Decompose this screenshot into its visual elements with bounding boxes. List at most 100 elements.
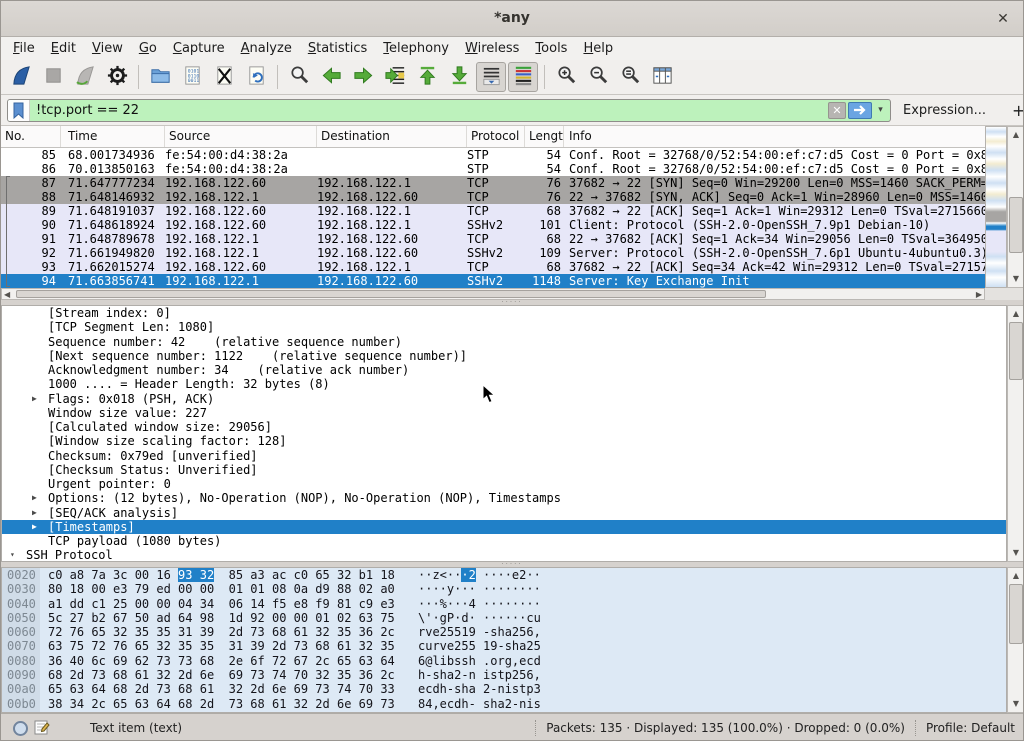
go-forward-button[interactable] (348, 62, 378, 92)
detail-line[interactable]: ▶[SEQ/ACK analysis] (2, 506, 1006, 520)
scroll-down-icon[interactable]: ▼ (1008, 272, 1024, 286)
go-to-bottom-button[interactable] (444, 62, 474, 92)
scroll-right-icon[interactable]: ▶ (976, 289, 982, 300)
detail-line[interactable]: ▶Options: (12 bytes), No-Operation (NOP)… (2, 491, 1006, 505)
detail-line[interactable]: [Calculated window size: 29056] (2, 420, 1006, 434)
filter-bookmark-icon[interactable] (8, 100, 30, 121)
column-header-source[interactable]: Source (165, 126, 317, 147)
add-filter-button[interactable]: + (1006, 101, 1024, 120)
column-header-no[interactable]: No. (1, 126, 61, 147)
menu-telephony[interactable]: Telephony (375, 39, 457, 58)
packet-list-hscrollbar[interactable]: ◀ ▶ (1, 288, 985, 300)
menu-go[interactable]: Go (131, 39, 165, 58)
hex-bytes[interactable]: 36 40 6c 69 62 73 73 68 2e 6f 72 67 2c 6… (48, 654, 395, 668)
hex-row-00b0[interactable]: 00b038 34 2c 65 63 64 68 2d 73 68 61 32 … (2, 697, 1006, 711)
hex-row-0040[interactable]: 0040a1 dd c1 25 00 00 04 34 06 14 f5 e8 … (2, 597, 1006, 611)
display-filter-input[interactable] (30, 103, 828, 118)
scroll-thumb[interactable] (1009, 197, 1023, 253)
hex-bytes[interactable]: a1 dd c1 25 00 00 04 34 06 14 f5 e8 f9 8… (48, 597, 395, 611)
packet-row-86[interactable]: 8670.013850163fe:54:00:d4:38:2aSTP54Conf… (1, 162, 985, 176)
go-back-button[interactable] (316, 62, 346, 92)
menu-tools[interactable]: Tools (527, 39, 575, 58)
hex-ascii[interactable]: \'·gP·d· ······cu (418, 611, 541, 625)
packet-list-minimap[interactable] (985, 126, 1007, 288)
colorize-toggle[interactable] (508, 62, 538, 92)
detail-line[interactable]: ▶[Timestamps] (2, 520, 1006, 534)
profile-label[interactable]: Profile: Default (926, 721, 1015, 735)
scroll-thumb[interactable] (1009, 322, 1023, 380)
packet-row-92[interactable]: 9271.661949820192.168.122.1192.168.122.6… (1, 246, 985, 260)
close-window-icon[interactable]: ✕ (993, 9, 1013, 29)
hex-row-0090[interactable]: 009068 2d 73 68 61 32 2d 6e 69 73 74 70 … (2, 668, 1006, 682)
column-header-info[interactable]: Info (564, 126, 985, 147)
hex-ascii[interactable]: ···%···4 ········ (418, 597, 541, 611)
packet-row-88[interactable]: 8871.648146932192.168.122.1192.168.122.6… (1, 190, 985, 204)
detail-line[interactable]: Checksum: 0x79ed [unverified] (2, 449, 1006, 463)
expander-closed-icon[interactable]: ▶ (32, 491, 37, 505)
zoom-original-button[interactable] (615, 62, 645, 92)
detail-line[interactable]: Urgent pointer: 0 (2, 477, 1006, 491)
start-capture-button[interactable] (6, 62, 36, 92)
hex-ascii[interactable]: ··z<···2 ····e2·· (418, 568, 541, 582)
hex-ascii[interactable]: 6@libssh .org,ecd (418, 654, 541, 668)
detail-line[interactable]: ▶Flags: 0x018 (PSH, ACK) (2, 392, 1006, 406)
save-file-button[interactable]: 010101100011 (177, 62, 207, 92)
hex-ascii[interactable]: h-sha2-n istp256, (418, 668, 541, 682)
hex-bytes[interactable]: 72 76 65 32 35 35 31 39 2d 73 68 61 32 3… (48, 625, 395, 639)
hex-row-00a0[interactable]: 00a065 63 64 68 2d 73 68 61 32 2d 6e 69 … (2, 682, 1006, 696)
packet-row-93[interactable]: 9371.662015274192.168.122.60192.168.122.… (1, 260, 985, 274)
menu-analyze[interactable]: Analyze (233, 39, 300, 58)
column-header-destination[interactable]: Destination (317, 126, 467, 147)
hex-row-0020[interactable]: 0020c0 a8 7a 3c 00 16 93 32 85 a3 ac c0 … (2, 568, 1006, 582)
filter-apply-button[interactable] (848, 102, 872, 119)
detail-line[interactable]: Acknowledgment number: 34 (relative ack … (2, 363, 1006, 377)
scroll-thumb[interactable] (16, 290, 766, 298)
hex-row-0060[interactable]: 006072 76 65 32 35 35 31 39 2d 73 68 61 … (2, 625, 1006, 639)
menu-help[interactable]: Help (575, 39, 621, 58)
hex-ascii[interactable]: curve255 19-sha25 (418, 639, 541, 653)
menu-wireless[interactable]: Wireless (457, 39, 527, 58)
filter-clear-button[interactable]: ✕ (828, 102, 846, 119)
hex-bytes[interactable]: 63 75 72 76 65 32 35 35 31 39 2d 73 68 6… (48, 639, 395, 653)
hex-row-0030[interactable]: 003080 18 00 e3 79 ed 00 00 01 01 08 0a … (2, 582, 1006, 596)
hex-bytes[interactable]: c0 a8 7a 3c 00 16 93 32 85 a3 ac c0 65 3… (48, 568, 395, 582)
detail-line[interactable]: Sequence number: 42 (relative sequence n… (2, 335, 1006, 349)
scroll-up-icon[interactable]: ▲ (1008, 128, 1024, 142)
capture-options-button[interactable] (102, 62, 132, 92)
menu-capture[interactable]: Capture (165, 39, 233, 58)
packet-row-94[interactable]: 9471.663856741192.168.122.1192.168.122.6… (1, 274, 985, 288)
detail-line[interactable]: [Checksum Status: Unverified] (2, 463, 1006, 477)
packet-row-91[interactable]: 9171.648789678192.168.122.1192.168.122.6… (1, 232, 985, 246)
display-filter-box[interactable]: ✕ ▾ (7, 99, 891, 122)
stop-capture-button[interactable] (38, 62, 68, 92)
reload-file-button[interactable] (241, 62, 271, 92)
detail-line[interactable]: TCP payload (1080 bytes) (2, 534, 1006, 548)
find-packet-button[interactable] (284, 62, 314, 92)
column-header-protocol[interactable]: Protocol (467, 126, 525, 147)
expander-closed-icon[interactable]: ▶ (32, 520, 37, 534)
auto-scroll-toggle[interactable] (476, 62, 506, 92)
packet-row-89[interactable]: 8971.648191037192.168.122.60192.168.122.… (1, 204, 985, 218)
scroll-down-icon[interactable]: ▼ (1008, 546, 1024, 560)
scroll-down-icon[interactable]: ▼ (1008, 697, 1024, 711)
hex-ascii[interactable]: ····y··· ········ (418, 582, 541, 596)
go-to-top-button[interactable] (412, 62, 442, 92)
detail-line[interactable]: [Stream index: 0] (2, 306, 1006, 320)
hex-row-0080[interactable]: 008036 40 6c 69 62 73 73 68 2e 6f 72 67 … (2, 654, 1006, 668)
expander-closed-icon[interactable]: ▶ (32, 392, 37, 406)
column-header-time[interactable]: Time (61, 126, 165, 147)
close-file-button[interactable] (209, 62, 239, 92)
scroll-thumb[interactable] (1009, 584, 1023, 644)
hex-bytes[interactable]: 68 2d 73 68 61 32 2d 6e 69 73 74 70 32 3… (48, 668, 395, 682)
zoom-out-button[interactable] (583, 62, 613, 92)
scroll-up-icon[interactable]: ▲ (1008, 569, 1024, 583)
hex-bytes[interactable]: 80 18 00 e3 79 ed 00 00 01 01 08 0a d9 8… (48, 582, 395, 596)
hex-ascii[interactable]: 84,ecdh- sha2-nis (418, 697, 541, 711)
expression-button[interactable]: Expression... (903, 103, 986, 118)
zoom-in-button[interactable] (551, 62, 581, 92)
detail-vscrollbar[interactable]: ▲ ▼ (1007, 305, 1024, 562)
title-bar[interactable]: *any ✕ (1, 1, 1023, 37)
hex-row-0070[interactable]: 007063 75 72 76 65 32 35 35 31 39 2d 73 … (2, 639, 1006, 653)
hex-bytes[interactable]: 38 34 2c 65 63 64 68 2d 73 68 61 32 2d 6… (48, 697, 395, 711)
scroll-left-icon[interactable]: ◀ (4, 289, 10, 300)
